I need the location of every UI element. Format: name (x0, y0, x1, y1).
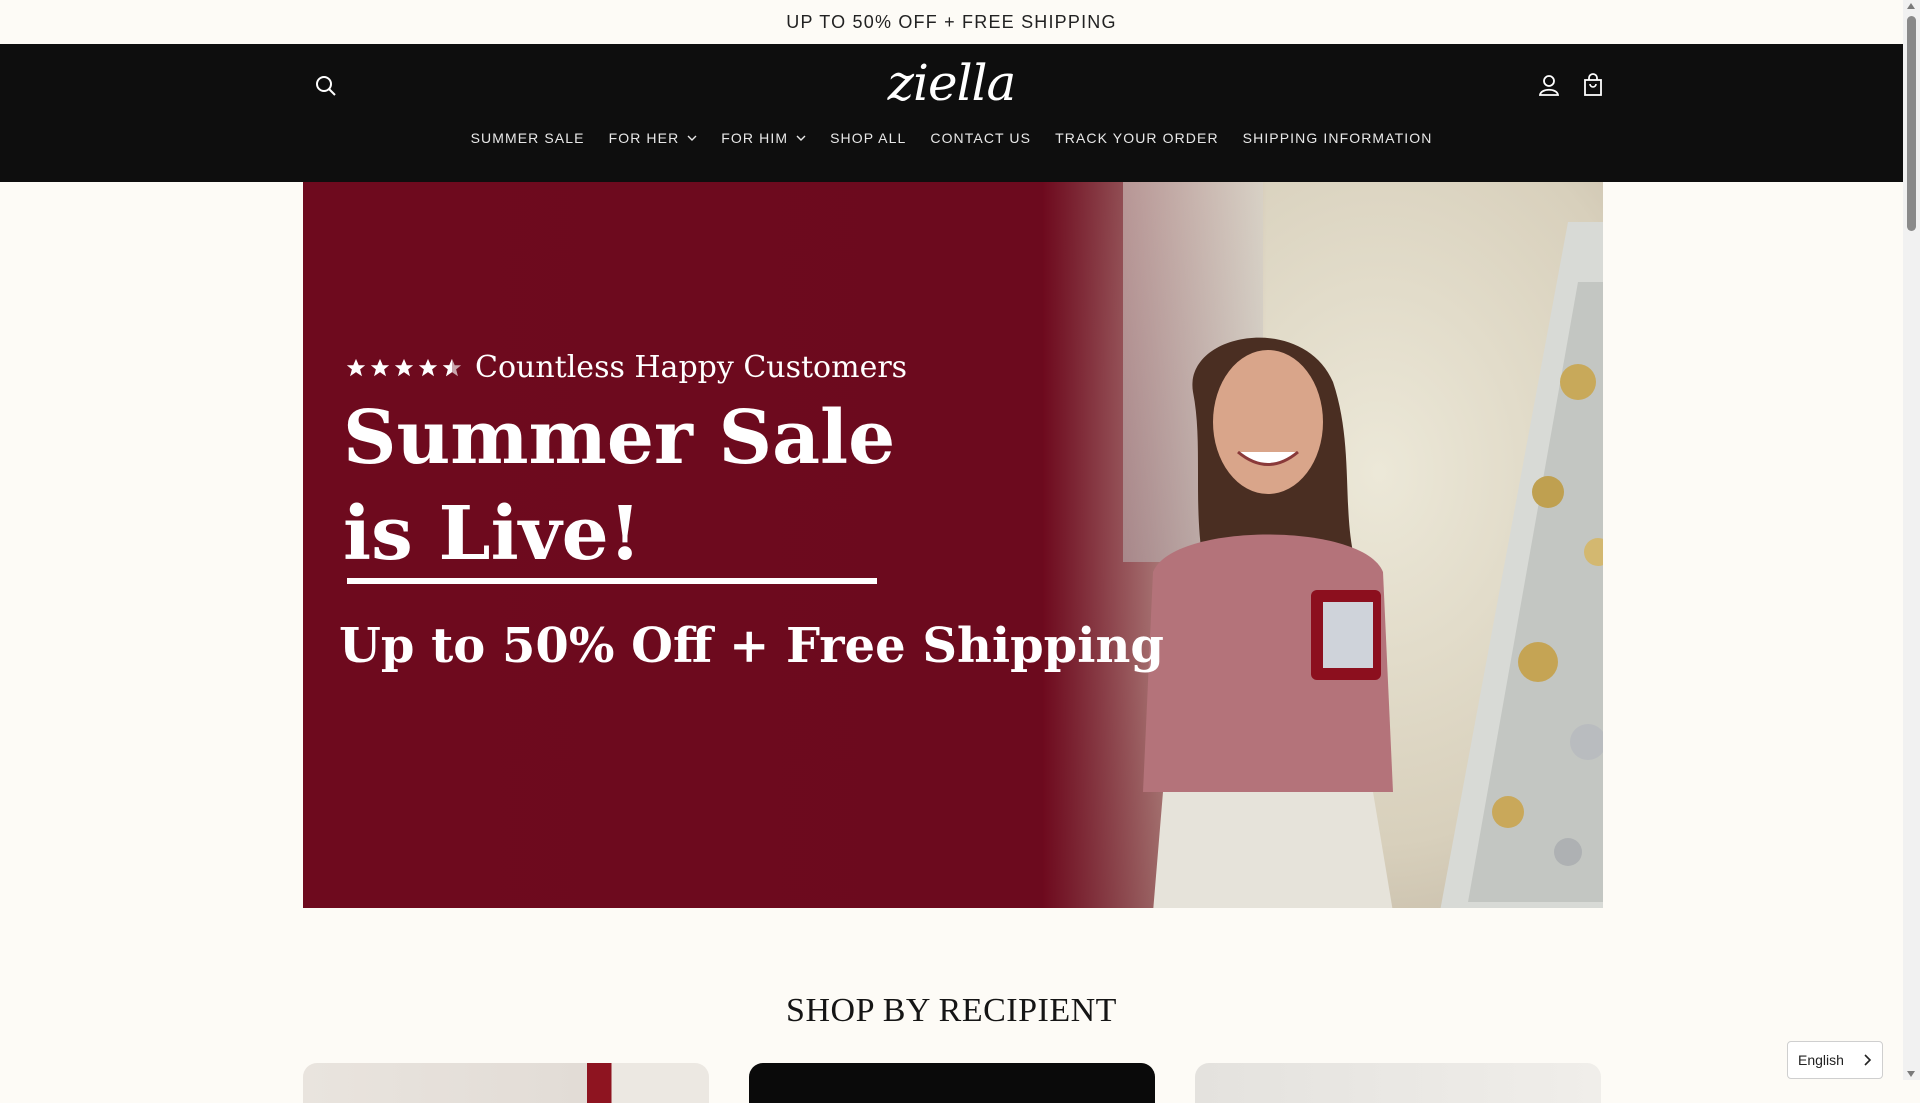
christmas-tree-image (1440, 222, 1603, 908)
star-icon (346, 358, 366, 376)
hero-headline: Summer Sale is Live! (343, 390, 943, 582)
nav-for-her[interactable]: FOR HER (597, 130, 710, 146)
nav-for-him[interactable]: FOR HIM (709, 130, 818, 146)
recipient-card[interactable] (749, 1063, 1155, 1103)
hero-person-image (1143, 337, 1393, 908)
cart-button[interactable] (1579, 71, 1607, 99)
cart-icon (1584, 73, 1602, 96)
nav-label: CONTACT US (930, 130, 1032, 146)
scroll-thumb[interactable] (1907, 16, 1916, 231)
hero-banner[interactable]: Countless Happy Customers Summer Sale is… (303, 182, 1603, 908)
announcement-bar: UP TO 50% OFF + FREE SHIPPING (0, 0, 1903, 44)
hero-subhead: Up to 50% Off + Free Shipping (339, 618, 1164, 674)
site-header: ziella SUMMER SALE FOR HER FOR HIM SHOP … (0, 44, 1903, 182)
nav-label: FOR HER (608, 130, 680, 146)
nav-shipping-info[interactable]: SHIPPING INFORMATION (1231, 130, 1445, 146)
nav-summer-sale[interactable]: SUMMER SALE (459, 130, 597, 146)
section-title: SHOP BY RECIPIENT (786, 992, 1117, 1029)
language-selector[interactable]: English (1787, 1041, 1883, 1079)
star-icon (370, 358, 390, 376)
page-scrollbar[interactable] (1903, 0, 1920, 1080)
headline-line-1: Summer Sale (343, 395, 896, 481)
scroll-up-arrow[interactable] (1907, 3, 1915, 9)
chevron-down-icon (796, 135, 806, 141)
language-label: English (1798, 1052, 1844, 1068)
rating-row: Countless Happy Customers (345, 350, 907, 385)
headline-divider (347, 578, 877, 584)
chevron-down-icon (687, 135, 697, 141)
half-star-icon (442, 358, 462, 376)
nav-label: FOR HIM (721, 130, 789, 146)
nav-contact-us[interactable]: CONTACT US (918, 130, 1043, 146)
recipient-card[interactable] (303, 1063, 709, 1103)
nav-label: TRACK YOUR ORDER (1055, 130, 1219, 146)
nav-label: SHIPPING INFORMATION (1242, 130, 1433, 146)
scroll-down-arrow[interactable] (1907, 1071, 1915, 1077)
recipient-card[interactable] (1195, 1063, 1601, 1103)
nav-track-order[interactable]: TRACK YOUR ORDER (1043, 130, 1231, 146)
star-icon (418, 358, 438, 376)
site-logo[interactable]: ziella (0, 54, 1903, 112)
star-icon (394, 358, 414, 376)
announcement-text: UP TO 50% OFF + FREE SHIPPING (786, 11, 1117, 32)
headline-line-2: is Live! (343, 491, 642, 577)
nav-label: SUMMER SALE (470, 130, 585, 146)
nav-label: SHOP ALL (830, 130, 907, 146)
nav-shop-all[interactable]: SHOP ALL (818, 130, 918, 146)
account-icon (1538, 75, 1560, 96)
rating-stars (345, 357, 463, 379)
main-nav: SUMMER SALE FOR HER FOR HIM SHOP ALL CON… (0, 130, 1903, 146)
chevron-right-icon (1864, 1054, 1872, 1066)
rating-text: Countless Happy Customers (475, 350, 908, 385)
account-button[interactable] (1535, 71, 1563, 99)
